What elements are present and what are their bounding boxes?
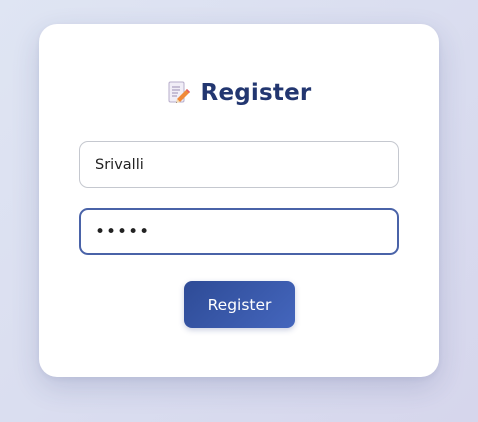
password-input[interactable]: ••••• (79, 208, 399, 255)
username-input[interactable]: Srivalli (79, 141, 399, 188)
register-button[interactable]: Register (184, 281, 295, 328)
password-value: ••••• (95, 221, 151, 242)
page-title: Register (200, 80, 312, 106)
form-header: Register (39, 78, 439, 108)
register-card: Register Srivalli ••••• Register (39, 24, 439, 377)
memo-pencil-icon (167, 80, 191, 106)
username-value: Srivalli (95, 156, 144, 173)
